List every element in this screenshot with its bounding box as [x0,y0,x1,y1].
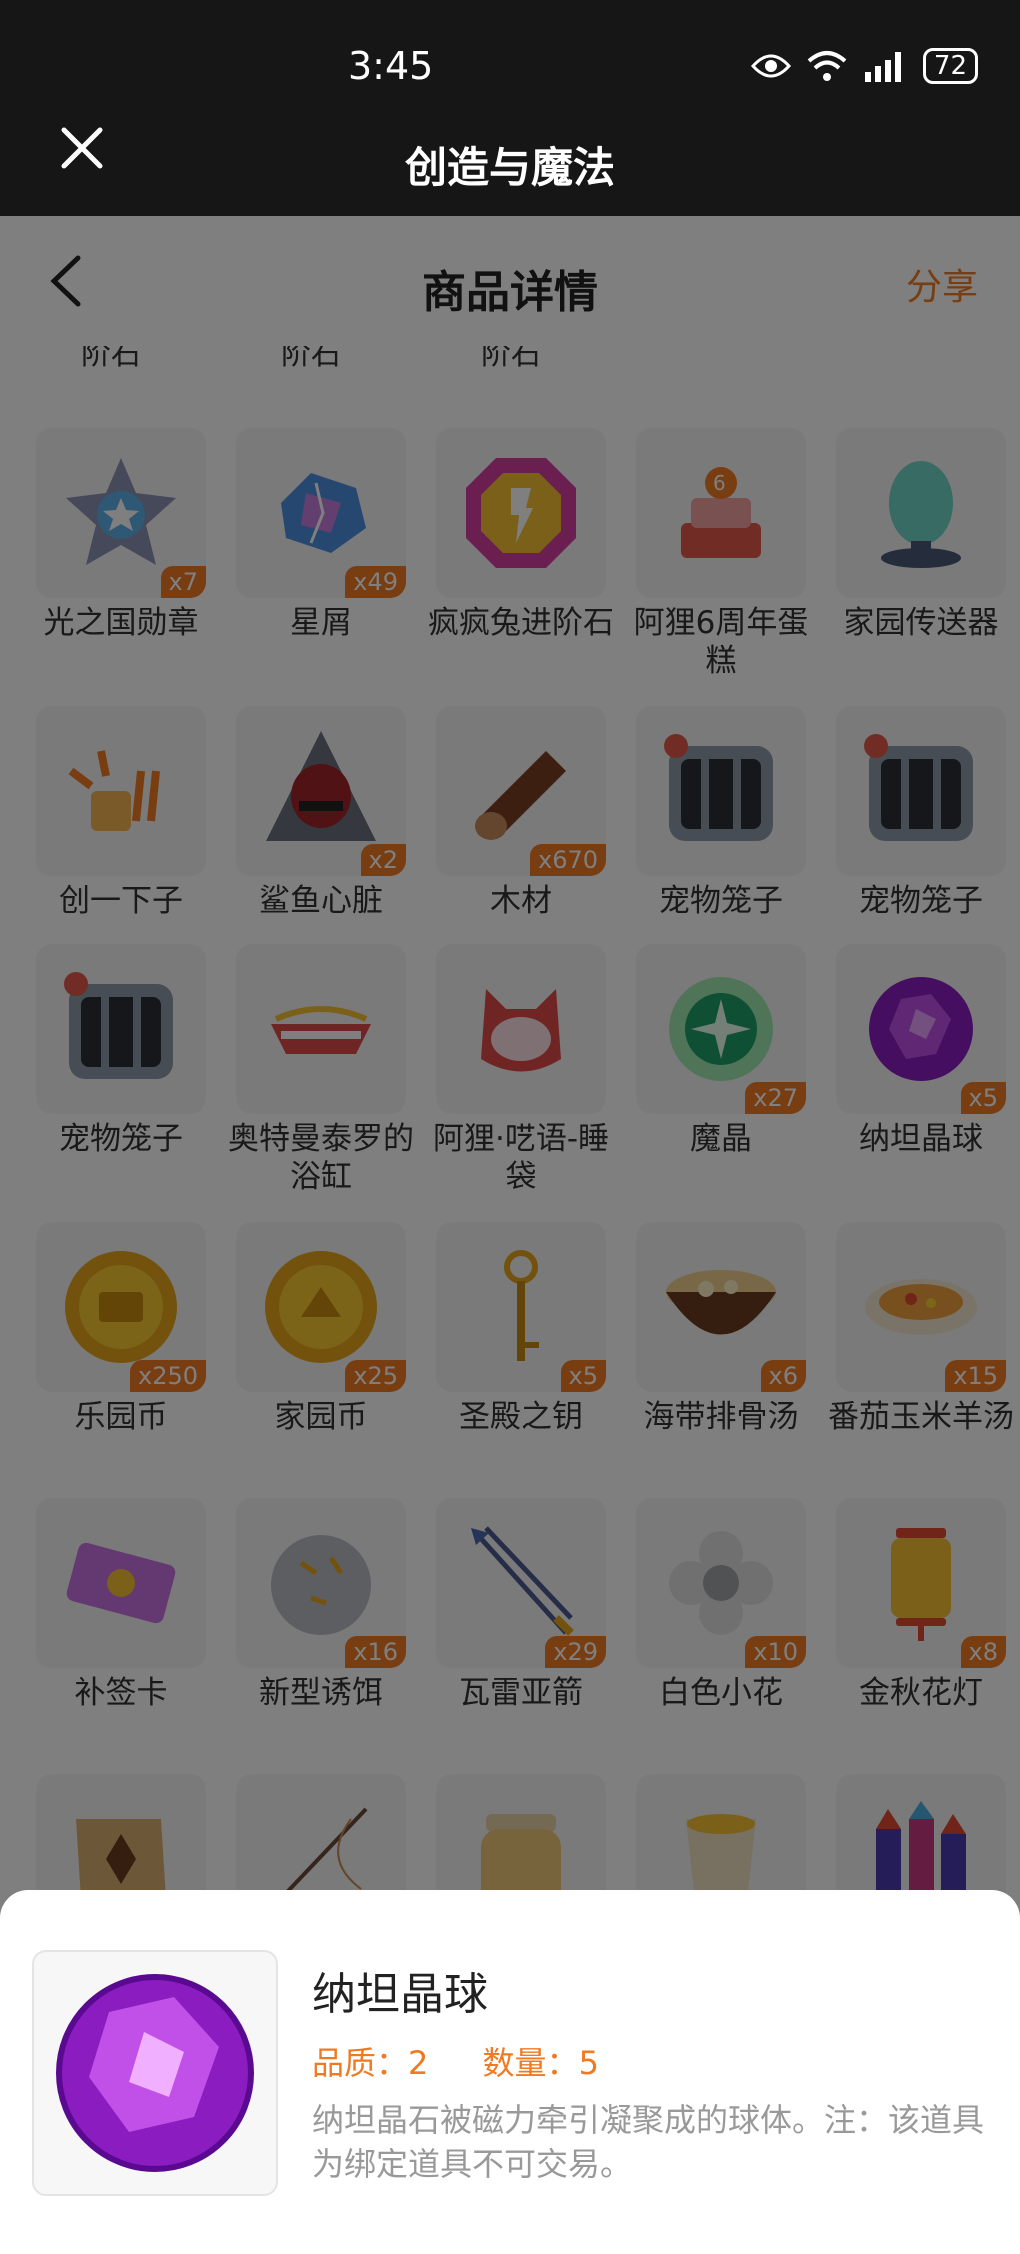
quality-field: 品质：2 [312,2044,428,2082]
status-bar: 3:45 72 [0,0,1020,120]
item-detail-thumbnail [32,1950,278,2196]
app-title: 创造与魔法 [404,143,615,192]
quality-value: 2 [408,2044,429,2082]
item-detail-meta: 品质：2 数量：5 [312,2038,643,2084]
item-detail-description: 纳坦晶石被磁力牵引凝聚成的球体。注：该道具为绑定道具不可交易。 [312,2101,985,2183]
purple-orb-icon [56,1974,254,2172]
item-detail-sheet: 纳坦晶球 品质：2 数量：5 纳坦晶石被磁力牵引凝聚成的球体。注：该道具为绑定道… [0,1890,1020,2254]
quantity-field: 数量：5 [483,2044,599,2082]
signal-icon [864,52,901,82]
status-time: 3:45 [348,44,434,88]
quality-label: 品质： [312,2044,409,2082]
status-icons: 72 [750,48,978,84]
battery-indicator: 72 [922,48,978,84]
eye-icon [750,54,791,78]
wifi-icon [807,51,847,81]
quantity-value: 5 [578,2044,599,2082]
app-title-bar: 创造与魔法 [0,120,1020,216]
item-detail-name: 纳坦晶球 [312,1969,488,2020]
quantity-label: 数量： [482,2044,579,2082]
